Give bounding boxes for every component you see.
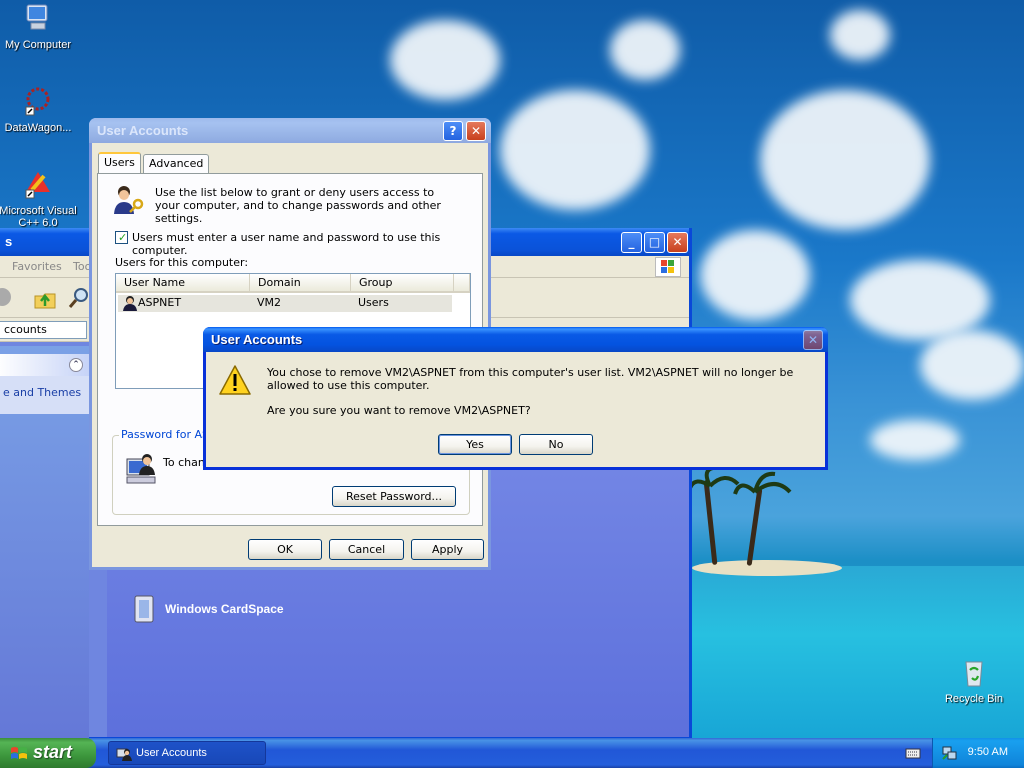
help-icon: ? <box>449 124 457 138</box>
datawagon-logo-icon <box>25 87 50 116</box>
user-accounts-title: User Accounts <box>97 123 189 138</box>
column-label: User Name <box>124 276 186 289</box>
cloud <box>390 20 500 100</box>
maximize-button[interactable]: □ <box>644 232 665 253</box>
column-label: Group <box>359 276 393 289</box>
cardspace-label[interactable]: Windows CardSpace <box>165 602 284 616</box>
address-input[interactable]: ccounts <box>0 321 87 339</box>
visual-cpp-icon[interactable]: Microsoft Visual C++ 6.0 <box>0 168 78 229</box>
no-button[interactable]: No <box>519 434 593 455</box>
require-password-checkbox[interactable]: ✓ <box>115 231 128 244</box>
tab-advanced[interactable]: Advanced <box>143 154 210 174</box>
windows-logo-icon <box>655 257 681 277</box>
confirm-dialog-titlebar[interactable]: User Accounts ✕ <box>203 327 828 352</box>
cloud <box>850 260 990 340</box>
users-list-label: Users for this computer: <box>115 256 249 269</box>
clock[interactable]: 9:50 AM <box>968 746 1008 758</box>
desktop-icon-label: My Computer <box>4 39 72 51</box>
cloud <box>760 90 930 230</box>
my-computer-icon[interactable]: My Computer <box>0 2 78 51</box>
cell-domain: VM2 <box>257 296 282 309</box>
start-button[interactable]: start <box>0 738 96 768</box>
close-button: ✕ <box>803 330 823 350</box>
recycle-bin-glyph-icon <box>965 661 983 687</box>
tab-users[interactable]: Users <box>98 152 141 174</box>
table-row[interactable]: ASPNET VM2 Users <box>118 295 452 312</box>
close-button[interactable]: ✕ <box>466 121 486 141</box>
user-accounts-titlebar[interactable]: User Accounts ? ✕ <box>89 118 491 143</box>
system-tray: 9:50 AM <box>932 738 1024 768</box>
cancel-button[interactable]: Cancel <box>329 539 404 560</box>
cloud <box>920 330 1024 400</box>
menu-favorites[interactable]: Favorites <box>12 260 62 273</box>
user-icon <box>123 296 137 311</box>
user-computer-icon <box>126 454 156 484</box>
users-keys-icon <box>114 186 144 214</box>
folder-up-icon[interactable] <box>33 286 57 310</box>
maximize-icon: □ <box>648 235 661 249</box>
visual-studio-icon <box>25 172 50 199</box>
task-pane-link[interactable]: e and Themes <box>3 386 81 399</box>
cell-group: Users <box>358 296 389 309</box>
reset-password-button[interactable]: Reset Password... <box>332 486 456 507</box>
column-header-username[interactable]: User Name <box>116 274 250 293</box>
desktop-icon-label: Recycle Bin <box>944 693 1004 705</box>
explorer-task-pane: ⌃ e and Themes <box>0 346 89 766</box>
tab-label: Advanced <box>149 157 204 170</box>
desktop-icon-label: DataWagon... <box>4 122 72 134</box>
taskbar-item-user-accounts[interactable]: User Accounts <box>108 741 266 765</box>
taskbar: start User Accounts 9:50 AM <box>0 738 1024 768</box>
close-icon: ✕ <box>470 124 482 138</box>
sea <box>690 566 1024 738</box>
taskbar-item-label: User Accounts <box>136 747 207 759</box>
cloud <box>700 230 810 320</box>
keyboard-icon[interactable] <box>905 746 921 760</box>
warning-icon <box>219 365 251 395</box>
apply-button[interactable]: Apply <box>411 539 484 560</box>
windows-flag-icon <box>11 747 27 759</box>
intro-text: Use the list below to grant or deny user… <box>155 186 441 225</box>
datawagon-icon[interactable]: DataWagon... <box>0 85 78 134</box>
tab-label: Users <box>104 156 135 169</box>
minimize-button[interactable]: _ <box>621 232 642 253</box>
search-icon[interactable] <box>67 286 91 310</box>
task-pane-box: ⌃ e and Themes <box>0 354 89 414</box>
confirm-dialog-title: User Accounts <box>211 332 303 347</box>
password-text: To chan <box>163 456 205 469</box>
cell-username: ASPNET <box>138 296 182 309</box>
cloud <box>500 90 650 210</box>
confirm-question: Are you sure you want to remove VM2\ASPN… <box>267 404 531 417</box>
cardspace-icon[interactable] <box>133 594 155 624</box>
task-pane-header[interactable]: ⌃ <box>0 354 89 376</box>
desktop-icon-label: Microsoft Visual C++ 6.0 <box>0 205 77 229</box>
confirm-remove-dialog: User Accounts ✕ You chose to remove VM2\… <box>203 327 828 470</box>
palm-leaves <box>690 466 792 495</box>
close-icon: ✕ <box>807 333 819 347</box>
column-header-group[interactable]: Group <box>351 274 454 293</box>
checkbox-label[interactable]: Users must enter a user name and passwor… <box>132 231 482 257</box>
confirm-message: You chose to remove VM2\ASPNET from this… <box>267 366 794 392</box>
column-header-filler <box>454 274 470 293</box>
user-accounts-icon <box>116 748 132 761</box>
cloud <box>870 420 960 460</box>
network-icon[interactable] <box>941 745 957 761</box>
help-button[interactable]: ? <box>443 121 463 141</box>
close-button[interactable]: ✕ <box>667 232 688 253</box>
close-icon: ✕ <box>672 235 683 249</box>
checkmark-icon: ✓ <box>118 231 128 244</box>
start-label: start <box>33 742 73 762</box>
column-header-domain[interactable]: Domain <box>250 274 351 293</box>
column-label: Domain <box>258 276 301 289</box>
cloud <box>610 20 680 80</box>
back-icon[interactable] <box>0 288 11 306</box>
yes-button[interactable]: Yes <box>438 434 512 455</box>
minimize-icon: _ <box>628 235 635 249</box>
ok-button[interactable]: OK <box>248 539 322 560</box>
cloud <box>830 10 890 60</box>
collapse-icon[interactable]: ⌃ <box>69 358 83 372</box>
recycle-bin-icon[interactable]: Recycle Bin <box>934 656 1014 705</box>
explorer-title: s <box>5 234 13 249</box>
computer-icon <box>26 4 48 30</box>
